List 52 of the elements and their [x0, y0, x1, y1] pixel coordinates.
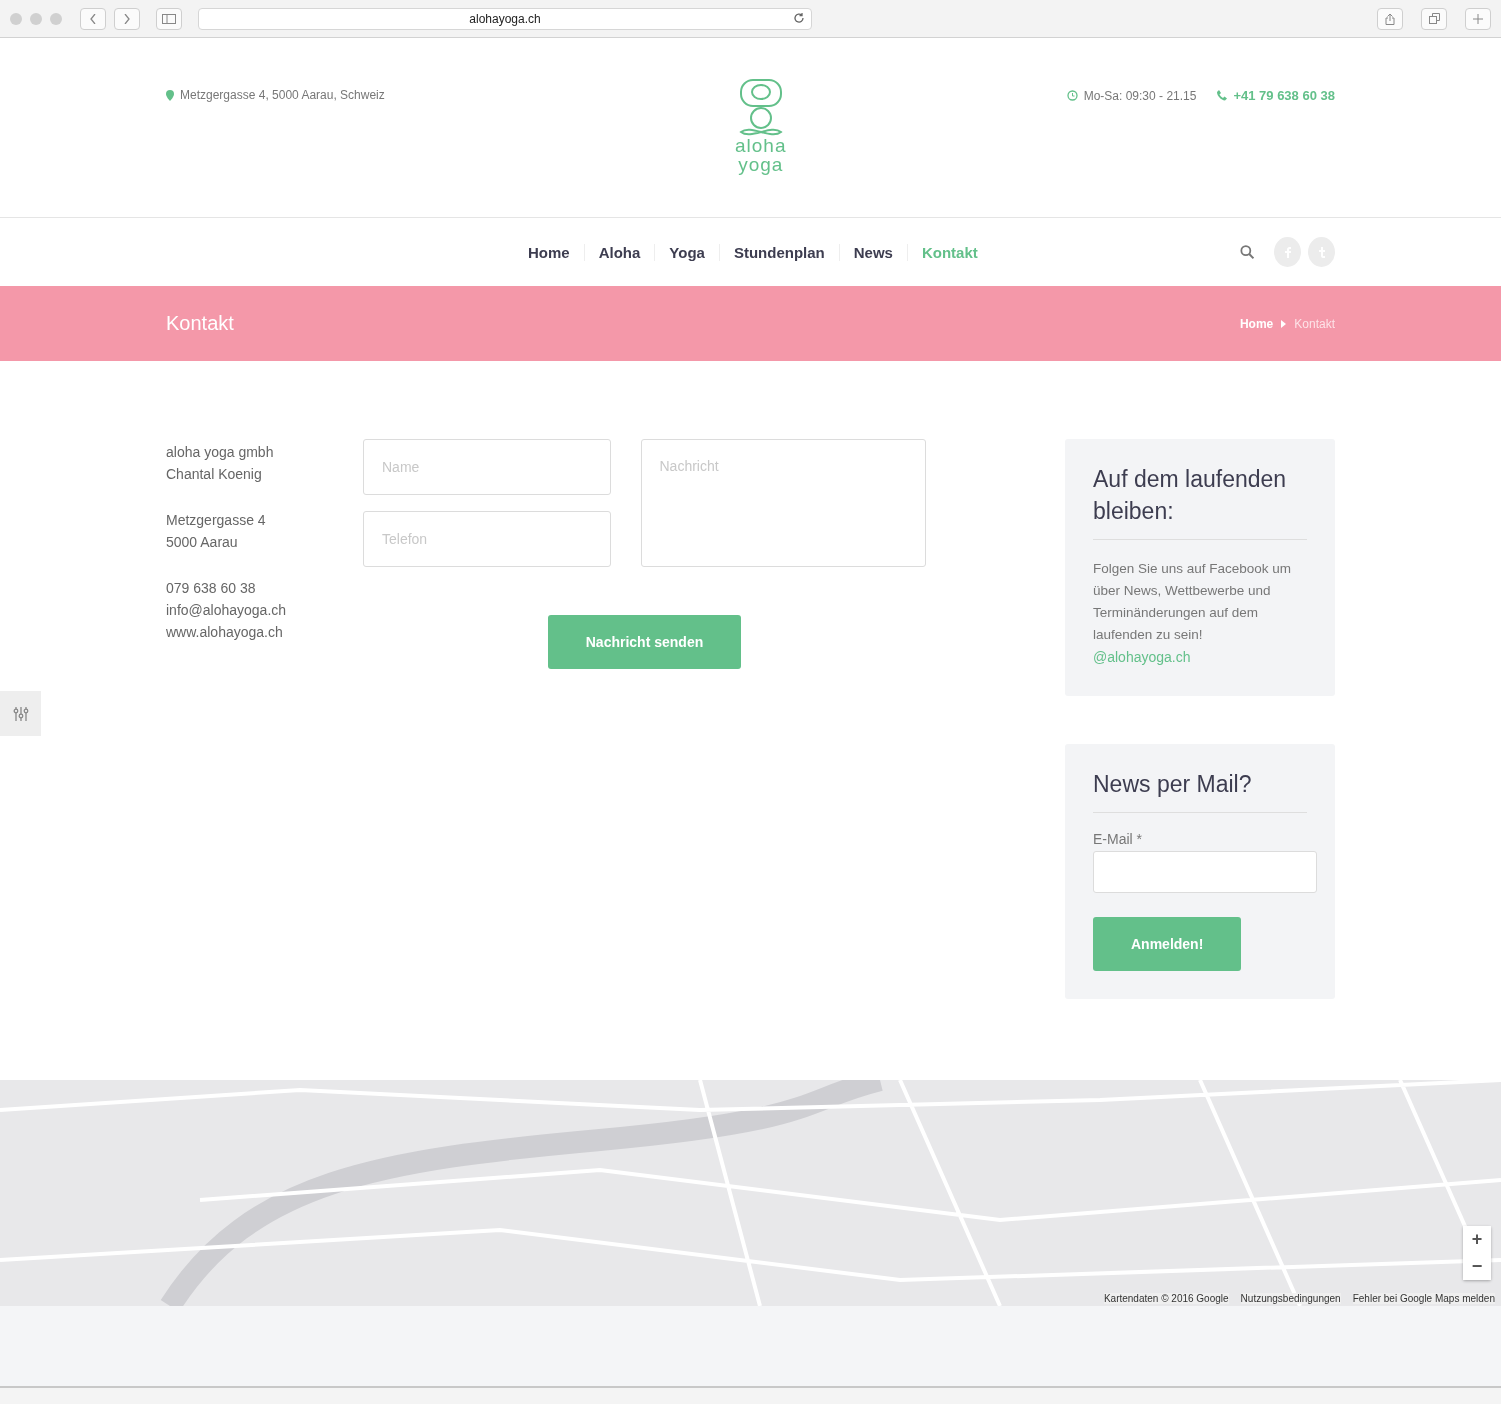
logo-text: yoga [738, 155, 784, 174]
nav-link[interactable]: News [838, 243, 907, 261]
zoom-out-button[interactable]: − [1463, 1253, 1491, 1280]
sidebar-icon [162, 13, 176, 24]
new-tab-button[interactable] [1465, 7, 1491, 30]
share-icon [1385, 12, 1395, 25]
nav-link[interactable]: Home [514, 243, 584, 261]
contact-text: Chantal Koenig [166, 465, 263, 484]
card-title: Auf dem laufenden bleiben: [1093, 463, 1307, 540]
tabs-button[interactable] [1421, 7, 1447, 30]
sliders-icon [12, 705, 29, 722]
plus-icon [1473, 13, 1483, 24]
tabs-icon [1428, 13, 1440, 24]
nav-link[interactable]: Stundenplan [718, 243, 839, 261]
forward-button[interactable] [114, 7, 140, 30]
back-button[interactable] [80, 7, 106, 30]
caret-icon [1281, 319, 1287, 328]
contact-text: 5000 Aarau [166, 533, 239, 552]
contact-text: info@alohayoga.ch [166, 601, 288, 620]
reload-icon[interactable] [793, 11, 805, 24]
nav-link[interactable]: Aloha [583, 243, 655, 261]
zoom-in-button[interactable]: + [1463, 1226, 1491, 1253]
contact-text: www.alohayoga.ch [166, 623, 284, 642]
page-title: Kontakt [166, 312, 234, 335]
window-minimize-button[interactable] [30, 12, 42, 25]
nav-link[interactable]: Yoga [654, 243, 719, 261]
chevron-left-icon [90, 13, 96, 24]
card-title: News per Mail? [1093, 768, 1307, 813]
search-icon[interactable] [1239, 244, 1255, 260]
address-text: Metzgergasse 4, 5000 Aarau, Schweiz [166, 88, 385, 102]
email-label: E-Mail * [1093, 831, 1143, 847]
map-attribution-link[interactable]: Nutzungsbedingungen [1240, 1293, 1341, 1304]
clock-icon [1066, 90, 1078, 101]
window-zoom-button[interactable] [50, 12, 62, 25]
map-attribution-link[interactable]: Kartendaten © 2016 Google [1103, 1293, 1229, 1304]
window-close-button[interactable] [10, 12, 22, 25]
contact-text: Metzgergasse 4 [166, 511, 267, 530]
yoga-figure-icon [737, 78, 784, 136]
address-bar[interactable]: alohayoga.ch [198, 7, 812, 30]
contact-text: aloha yoga gmbh [166, 443, 275, 462]
sidebar-button[interactable] [156, 7, 182, 30]
map-attribution-link[interactable]: Fehler bei Google Maps melden [1352, 1293, 1495, 1304]
chevron-right-icon [124, 13, 130, 24]
contact-text: 079 638 60 38 [166, 579, 257, 598]
logo-text: aloha [735, 136, 787, 155]
share-button[interactable] [1377, 7, 1403, 30]
opening-hours-text: Mo-Sa: 09:30 - 21.15 [1066, 88, 1197, 103]
email-field[interactable] [1093, 851, 1317, 893]
card-text: Folgen Sie uns auf Facebook um über News, Wettbewerbe und Terminänderungen auf dem laufenden zu sein! [1093, 560, 1293, 644]
phone-icon [1216, 90, 1228, 101]
sliders-button[interactable] [0, 691, 41, 736]
map-pin-icon [166, 89, 174, 101]
